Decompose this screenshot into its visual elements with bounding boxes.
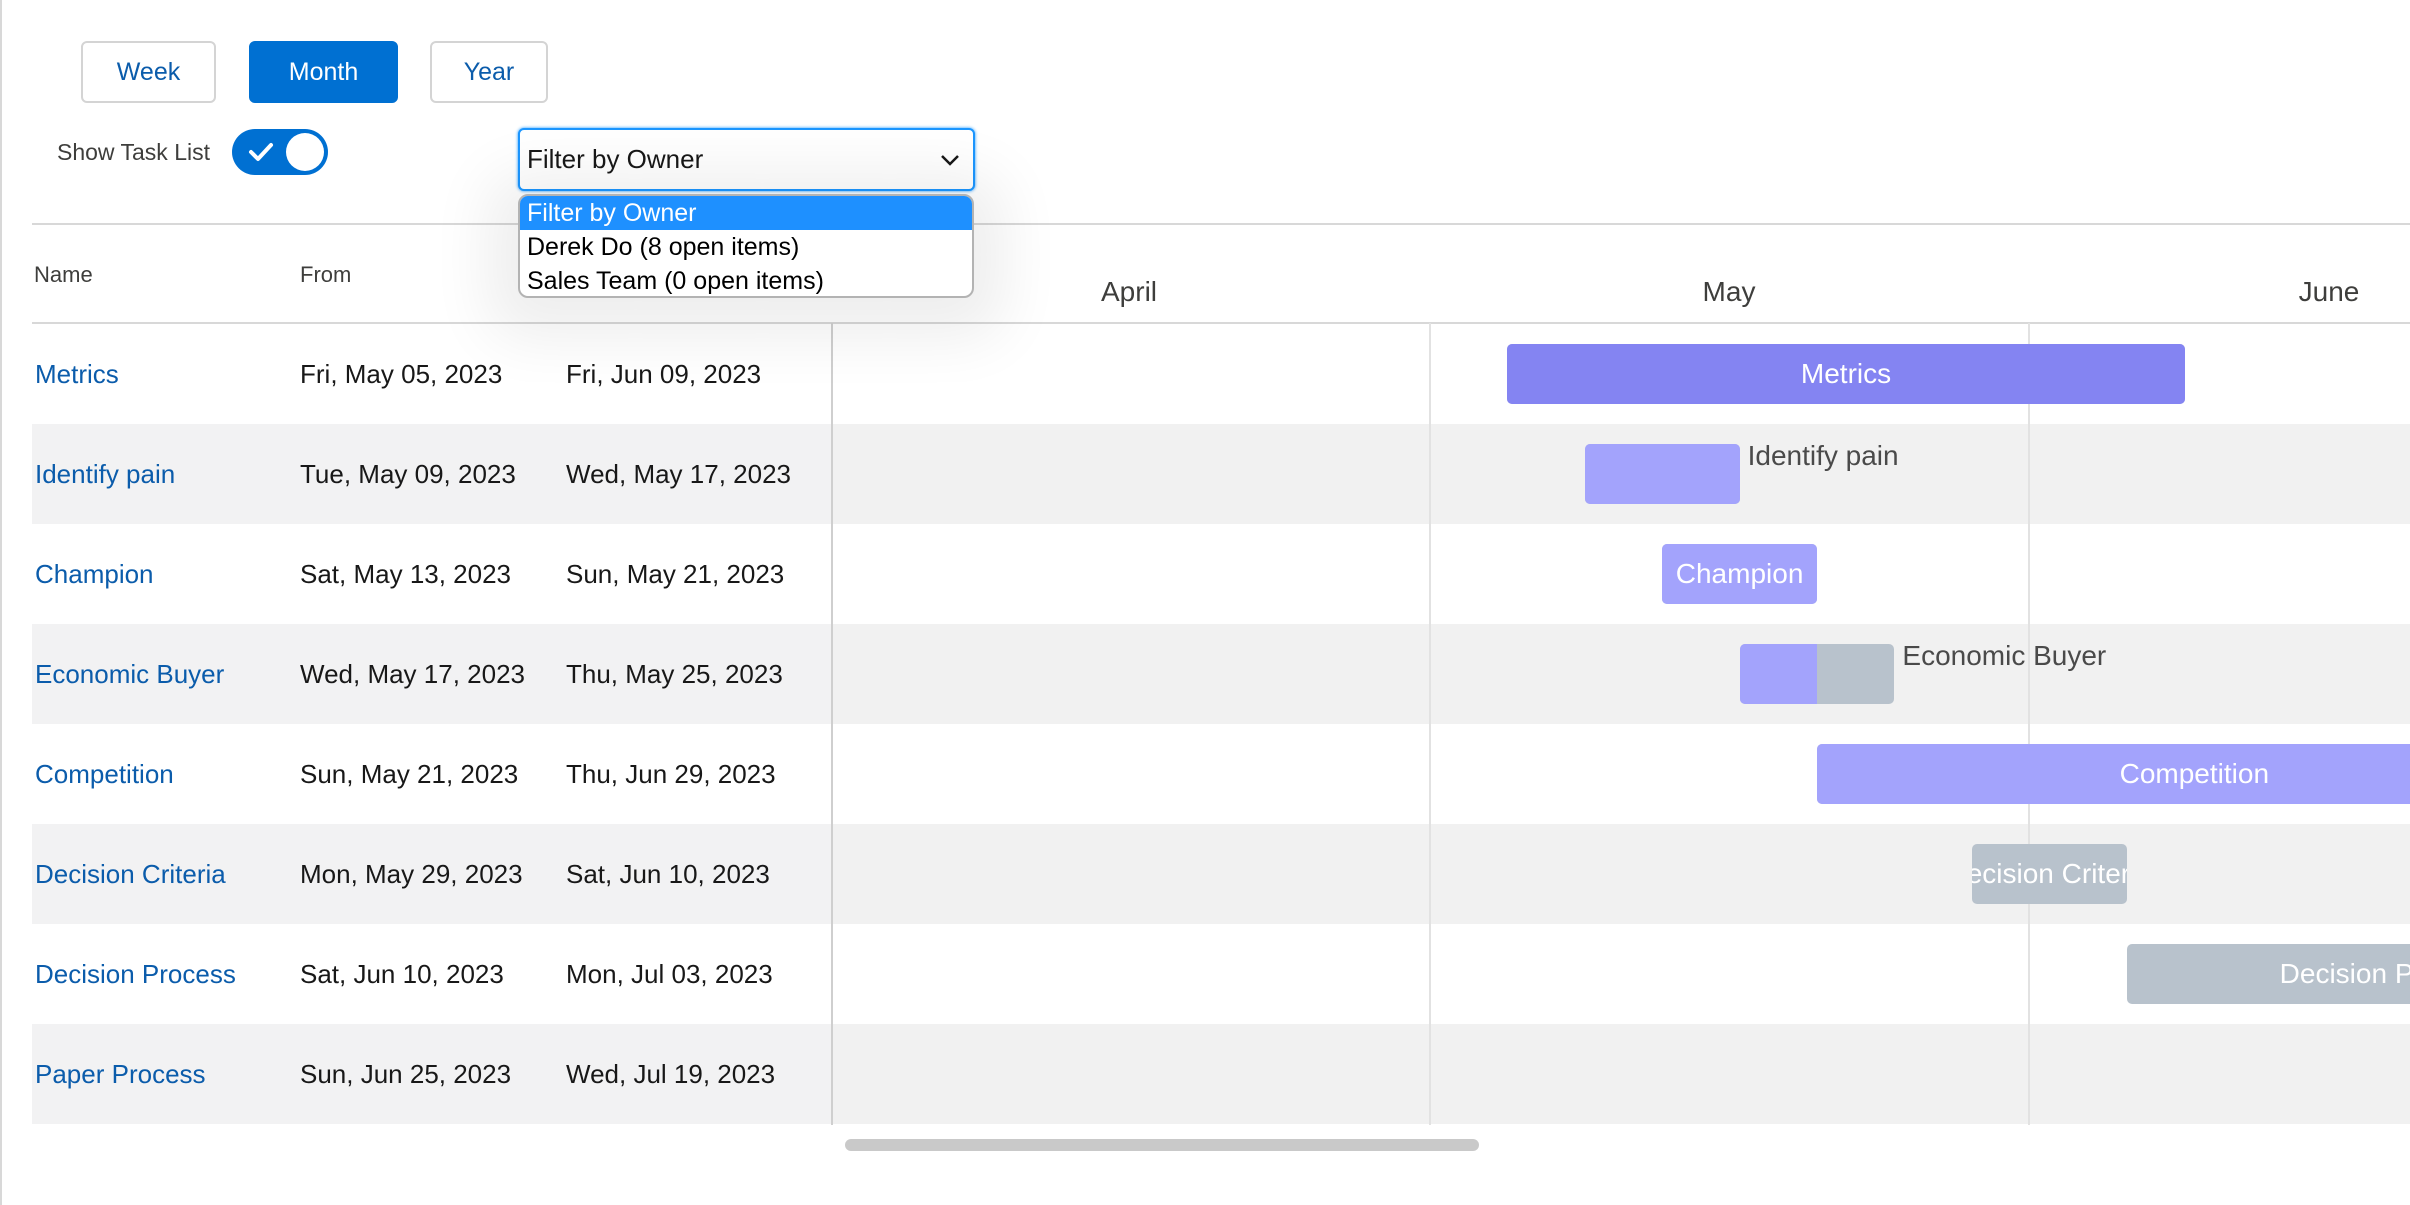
task-name-link[interactable]: Decision Process [35, 924, 236, 1024]
gantt-bar-label: Metrics [1800, 358, 1892, 389]
task-start-date: Sat, May 13, 2023 [300, 559, 512, 589]
task-end-date: Mon, Jul 03, 2023 [566, 959, 773, 989]
owner-filter-value: Filter by Owner [527, 144, 704, 174]
task-name-link[interactable]: Competition [35, 724, 174, 824]
task-end-date: Thu, May 25, 2023 [566, 659, 783, 689]
gantt-bar-progress [1584, 444, 1740, 504]
task-start-date: Sun, May 21, 2023 [300, 759, 519, 789]
week-view-button[interactable]: Week [81, 41, 216, 103]
column-header-name: Name [34, 262, 93, 287]
owner-filter-dropdown: Filter by Owner Derek Do (8 open items) … [518, 194, 974, 298]
task-end-date: Sat, Jun 10, 2023 [566, 859, 770, 889]
task-name-link[interactable]: Decision Criteria [35, 824, 226, 924]
task-start-date: Sat, Jun 10, 2023 [300, 959, 504, 989]
task-end-date: Wed, Jul 19, 2023 [566, 1059, 776, 1089]
task-name-link[interactable]: Champion [35, 524, 154, 624]
owner-filter-select[interactable]: Filter by Owner [518, 128, 975, 191]
gantt-row-background [833, 624, 2410, 724]
chevron-down-icon [941, 155, 959, 166]
column-header-from: From [300, 262, 352, 287]
horizontal-scrollbar[interactable] [845, 1139, 1479, 1151]
gridline-may [1429, 323, 1431, 1125]
year-view-button[interactable]: Year [430, 41, 548, 103]
checkmark-icon [249, 143, 273, 161]
task-row: Competition Sun, May 21, 2023 Thu, Jun 29,… [32, 724, 832, 824]
task-list-divider[interactable] [831, 323, 833, 1125]
gantt-bar-label: Champion [1675, 558, 1804, 589]
show-task-list-toggle[interactable] [232, 129, 328, 175]
owner-option[interactable]: Filter by Owner [520, 196, 972, 230]
task-row: Identify pain Tue, May 09, 2023 Wed, May 1… [32, 424, 832, 524]
gantt-bar-label: Competition [2119, 758, 2270, 789]
task-row: Decision Criteria Mon, May 29, 2023 Sat, J… [32, 824, 832, 924]
task-start-date: Wed, May 17, 2023 [300, 659, 525, 689]
gantt-bar[interactable] [1739, 644, 1895, 704]
gantt-bar-label: Economic Buyer [1902, 640, 2107, 671]
gantt-bar[interactable] [1584, 444, 1740, 504]
gantt-bar-label: Decision Process [2279, 958, 2410, 989]
gantt-row-background [833, 824, 2410, 924]
task-name-link[interactable]: Identify pain [35, 424, 175, 524]
task-name-link[interactable]: Paper Process [35, 1024, 206, 1124]
task-end-date: Sun, May 21, 2023 [566, 559, 785, 589]
task-start-date: Fri, May 05, 2023 [300, 359, 503, 389]
task-end-date: Fri, Jun 09, 2023 [566, 359, 762, 389]
gantt-bar[interactable]: Competition [1817, 744, 2410, 804]
owner-option[interactable]: Derek Do (8 open items) [520, 230, 972, 264]
task-start-date: Sun, Jun 25, 2023 [300, 1059, 512, 1089]
task-row: Economic Buyer Wed, May 17, 2023 Thu, May … [32, 624, 832, 724]
task-row: Champion Sat, May 13, 2023 Sun, May 21, 20… [32, 524, 832, 624]
month-view-button[interactable]: Month [249, 41, 398, 103]
gantt-bar-progress [1739, 644, 1817, 704]
gantt-bar[interactable]: Decision Criteria [1971, 844, 2127, 904]
month-label-april: April [1100, 276, 1158, 307]
gridline-june [2028, 323, 2030, 1125]
toggle-knob [286, 133, 324, 171]
task-end-date: Thu, Jun 29, 2023 [566, 759, 776, 789]
task-row: Decision Process Sat, Jun 10, 2023 Mon, Ju… [32, 924, 832, 1024]
left-border [0, 0, 2, 1205]
gantt-row-background [833, 1024, 2410, 1124]
month-label-may: May [1702, 276, 1756, 307]
task-name-link[interactable]: Economic Buyer [35, 624, 224, 724]
gantt-bar-label: Identify pain [1747, 440, 1899, 471]
task-start-date: Mon, May 29, 2023 [300, 859, 523, 889]
task-end-date: Wed, May 17, 2023 [566, 459, 791, 489]
gantt-bar[interactable]: Metrics [1507, 344, 2185, 404]
show-task-list-label: Show Task List [57, 139, 210, 165]
task-row: Paper Process Sun, Jun 25, 2023 Wed, Jul 1… [32, 1024, 832, 1124]
gantt-bar[interactable]: Decision Process [2126, 944, 2410, 1004]
month-label-june: June [2298, 276, 2360, 307]
task-name-link[interactable]: Metrics [35, 324, 119, 424]
gantt-bar-label: Decision Criteria [1971, 858, 2127, 889]
task-row: Metrics Fri, May 05, 2023 Fri, Jun 09, 202… [32, 324, 832, 424]
task-start-date: Tue, May 09, 2023 [300, 459, 516, 489]
gantt-bar[interactable]: Champion [1662, 544, 1817, 604]
owner-option[interactable]: Sales Team (0 open items) [520, 264, 972, 296]
header-top-divider [32, 223, 2410, 225]
